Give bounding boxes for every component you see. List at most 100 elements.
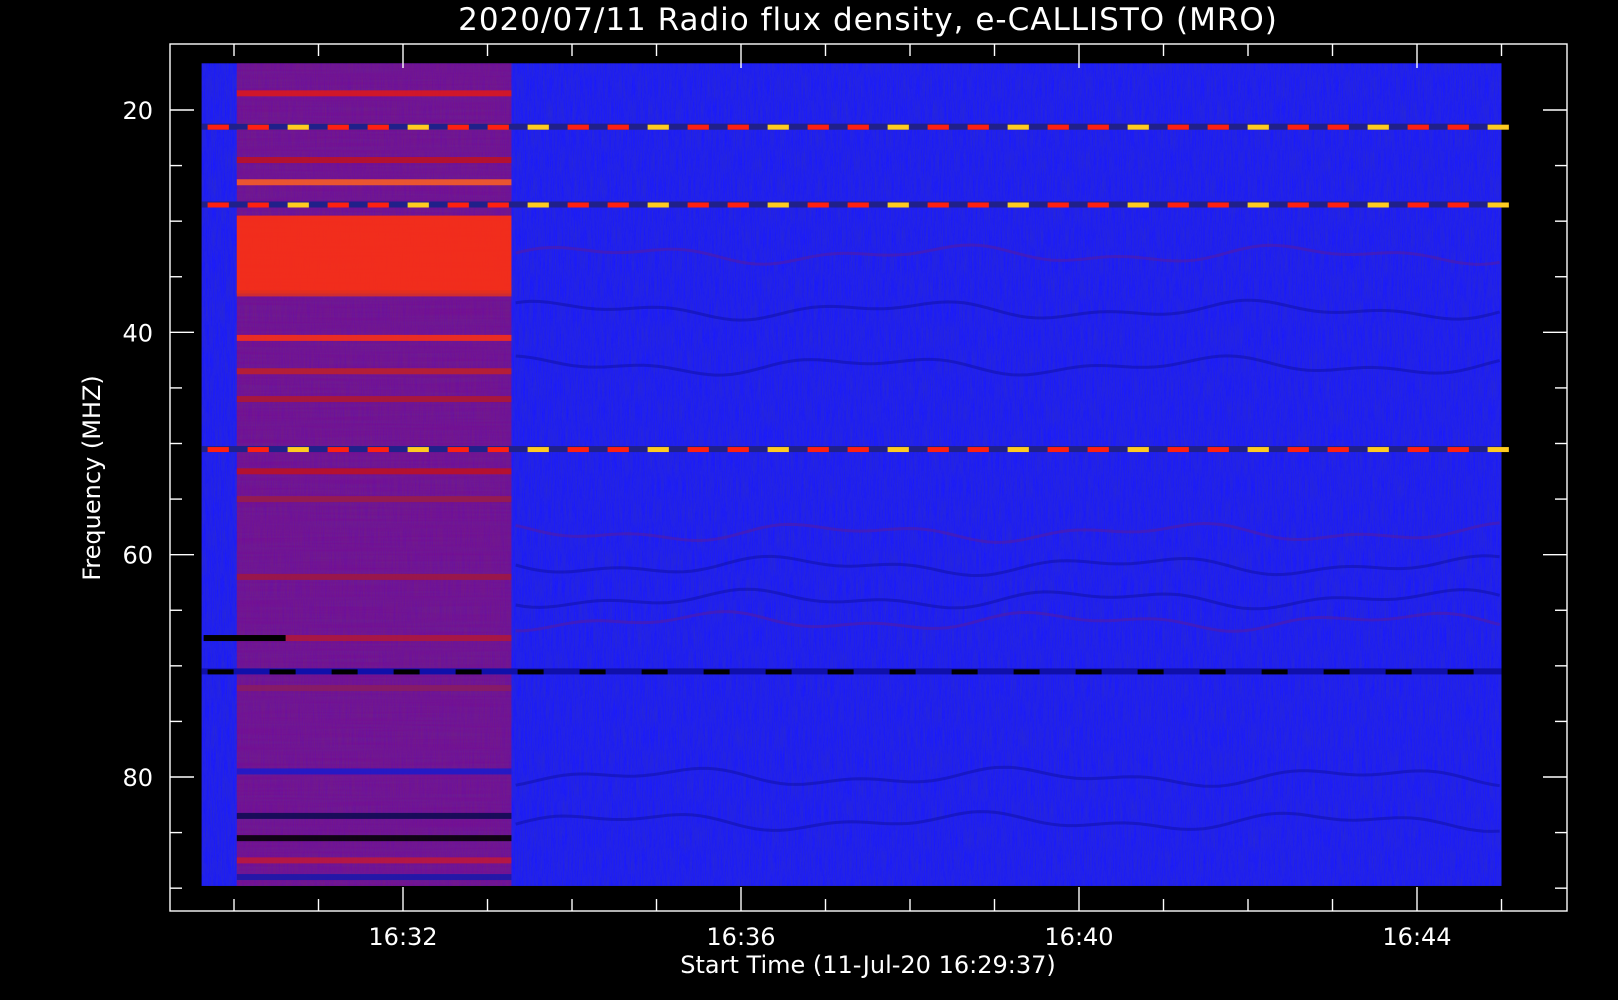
rfi-dash [727,202,749,208]
rfi-dash [807,202,829,208]
rfi-dash [367,447,389,453]
rfi-dash [1327,124,1349,130]
rfi-dash [1167,447,1189,453]
rfi-dash [1137,669,1164,675]
rfi-dash [247,124,269,130]
rfi-dash [1487,202,1509,208]
burst-streak [236,768,512,775]
rfi-dash [1167,202,1189,208]
burst-streak [236,496,512,503]
rfi-dash [807,124,829,130]
rfi-dash [887,202,909,208]
rfi-dash [287,447,309,453]
x-tick-label: 16:32 [368,923,437,951]
rfi-dash [1447,124,1469,130]
rfi-dash [1407,202,1429,208]
rfi-dash [1287,124,1309,130]
rfi-dash [1007,447,1029,453]
rfi-dash [327,202,349,208]
rfi-dash [487,202,509,208]
rfi-dash [1007,202,1029,208]
rfi-dash [331,669,358,675]
rfi-dash [847,447,869,453]
x-tick-label: 16:44 [1382,923,1451,951]
rfi-dash [607,124,629,130]
rfi-dash [567,447,589,453]
rfi-dash [1323,669,1350,675]
rfi-dash [967,202,989,208]
rfi-dash [447,447,469,453]
rfi-dash [1199,669,1226,675]
rfi-dash [1047,124,1069,130]
rfi-dash [487,447,509,453]
rfi-dash [1047,202,1069,208]
rfi-dash [607,447,629,453]
rfi-dash [207,202,229,208]
rfi-dash [247,447,269,453]
rfi-dash [827,669,854,675]
y-tick-label: 40 [122,319,153,347]
burst-streak [236,290,512,297]
burst-streak [236,835,512,842]
burst-streak [236,685,512,692]
rfi-dash [765,669,792,675]
rfi-dash [847,202,869,208]
rfi-dash [407,202,429,208]
rfi-dash [367,202,389,208]
rfi-dash [1207,202,1229,208]
rfi-dash [727,447,749,453]
rfi-dash [1127,124,1149,130]
burst-streak [236,157,512,164]
rfi-dash [1207,447,1229,453]
rfi-dash [407,447,429,453]
x-tick-label: 16:36 [706,923,775,951]
rfi-dash [327,124,349,130]
rfi-dash [207,447,229,453]
rfi-dash [393,669,420,675]
rfi-dash [1127,447,1149,453]
rfi-dash [1367,447,1389,453]
rfi-dash [687,124,709,130]
rfi-dash [927,124,949,130]
rfi-dash [767,124,789,130]
y-tick-label: 20 [122,97,153,125]
rfi-dash [727,124,749,130]
rfi-dash [447,202,469,208]
rfi-dash [1287,202,1309,208]
rfi-dash [1167,124,1189,130]
rfi-dash [1327,447,1349,453]
burst-streak [236,90,512,97]
burst-streak [236,334,512,341]
rfi-dash [687,447,709,453]
rfi-dash [1007,124,1029,130]
rfi-dash [607,202,629,208]
rfi-dash [1013,669,1040,675]
burst-streak [236,857,512,864]
rfi-dash [1047,447,1069,453]
x-tick-label: 16:40 [1044,923,1113,951]
x-axis-label: Start Time (11-Jul-20 16:29:37) [680,951,1055,979]
rfi-dash [687,202,709,208]
rfi-dash [951,669,978,675]
rfi-dash [1247,447,1269,453]
rfi-dash [1207,124,1229,130]
chart-title: 2020/07/11 Radio flux density, e-CALLIST… [458,2,1278,38]
rfi-dash [967,447,989,453]
burst-streak [236,179,512,186]
rfi-dash [527,202,549,208]
rfi-dash [1087,202,1109,208]
black-streak [203,635,286,642]
rfi-dash [407,124,429,130]
burst-texture [236,63,512,886]
burst-streak [236,468,512,475]
rfi-dash [207,124,229,130]
rfi-dash [807,447,829,453]
rfi-dash [455,669,482,675]
rfi-dash [1447,669,1474,675]
rfi-dash [927,202,949,208]
rfi-dash [1261,669,1288,675]
rfi-dash [1447,447,1469,453]
rfi-dash [1247,124,1269,130]
rfi-dash [567,202,589,208]
rfi-dash [1367,124,1389,130]
